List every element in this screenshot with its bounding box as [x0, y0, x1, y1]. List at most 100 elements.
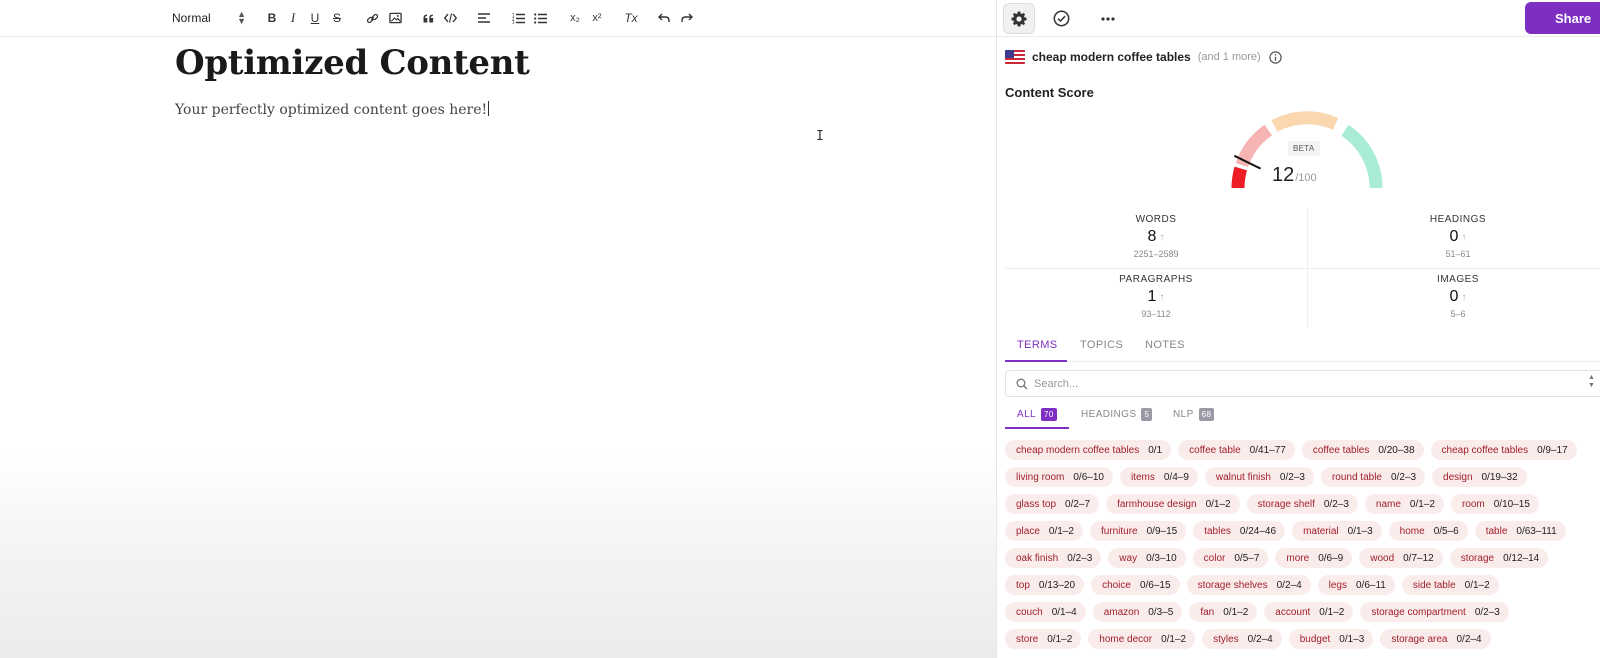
- share-button[interactable]: Share: [1525, 2, 1600, 34]
- term-chip[interactable]: storage shelves 0/2–4: [1186, 575, 1311, 595]
- document-body[interactable]: Your perfectly optimized content goes he…: [175, 101, 490, 118]
- clear-format-button[interactable]: Tx: [623, 8, 639, 28]
- term-chip[interactable]: amazon 0/3–5: [1092, 602, 1183, 622]
- format-select[interactable]: Normal ▲ ▼: [172, 8, 246, 28]
- subtab-nlp[interactable]: NLP 68: [1173, 408, 1215, 421]
- term-chip[interactable]: room 0/10–15: [1450, 494, 1539, 514]
- term-label: storage area: [1391, 633, 1448, 645]
- term-chip[interactable]: oak finish 0/2–3: [1005, 548, 1102, 568]
- bold-button[interactable]: B: [265, 8, 279, 28]
- term-count: 0/3–10: [1146, 552, 1177, 564]
- term-chip[interactable]: furniture 0/9–15: [1089, 521, 1187, 541]
- term-count: 0/2–7: [1065, 498, 1091, 510]
- bullet-list-button[interactable]: [533, 8, 547, 28]
- redo-button[interactable]: [680, 8, 694, 28]
- tab-topics[interactable]: TOPICS: [1080, 339, 1123, 351]
- term-chip[interactable]: color 0/5–7: [1192, 548, 1269, 568]
- term-chip[interactable]: farmhouse design 0/1–2: [1106, 494, 1240, 514]
- subtab-headings-label: HEADINGS: [1081, 409, 1137, 420]
- italic-button[interactable]: I: [287, 8, 299, 28]
- stats-grid: WORDS 8 ↑ 2251–2589 HEADINGS 0 ↑ 51–61 PAR…: [1005, 208, 1600, 328]
- subscript-button[interactable]: x₂: [567, 8, 583, 28]
- term-chip[interactable]: couch 0/1–4: [1005, 602, 1086, 622]
- editor-toolbar: Normal ▲ ▼ B I U S 123 x₂ x² Tx: [0, 0, 996, 37]
- tab-terms[interactable]: TERMS: [1017, 339, 1058, 351]
- stat-headings-label: HEADINGS: [1429, 214, 1487, 225]
- subtab-nlp-label: NLP: [1173, 409, 1194, 420]
- undo-button[interactable]: [657, 8, 671, 28]
- term-chip[interactable]: tables 0/24–46: [1193, 521, 1286, 541]
- chevron-updown-icon: ▲ ▼: [1588, 374, 1595, 389]
- term-label: material: [1303, 525, 1339, 537]
- term-chip[interactable]: way 0/3–10: [1108, 548, 1186, 568]
- term-chip[interactable]: items 0/4–9: [1119, 467, 1198, 487]
- search-input[interactable]: [1034, 377, 1534, 390]
- term-chip[interactable]: name 0/1–2: [1364, 494, 1444, 514]
- term-chip[interactable]: top 0/13–20: [1005, 575, 1085, 595]
- term-chip[interactable]: table 0/63–111: [1474, 521, 1566, 541]
- active-tab-indicator: [1005, 360, 1067, 362]
- image-button[interactable]: [388, 8, 402, 28]
- term-chip[interactable]: home decor 0/1–2: [1088, 629, 1196, 649]
- term-count: 0/5–6: [1433, 525, 1459, 537]
- subtab-nlp-count: 68: [1198, 408, 1215, 421]
- tab-notes[interactable]: NOTES: [1145, 339, 1185, 351]
- term-chip[interactable]: walnut finish 0/2–3: [1204, 467, 1314, 487]
- term-count: 0/1: [1148, 444, 1163, 456]
- term-chip[interactable]: account 0/1–2: [1264, 602, 1354, 622]
- term-row: couch 0/1–4 amazon 0/3–5 fan 0/1–2 account 0/1–…: [1005, 602, 1516, 622]
- info-icon[interactable]: [1269, 50, 1282, 64]
- term-chip[interactable]: glass top 0/2–7: [1005, 494, 1100, 514]
- ordered-list-button[interactable]: 123: [511, 8, 525, 28]
- term-chip[interactable]: storage 0/12–14: [1449, 548, 1549, 568]
- subtab-headings[interactable]: HEADINGS 5: [1081, 408, 1153, 421]
- code-button[interactable]: [443, 8, 457, 28]
- term-chip[interactable]: budget 0/1–3: [1288, 629, 1374, 649]
- term-chip[interactable]: material 0/1–3: [1292, 521, 1382, 541]
- subtab-all[interactable]: ALL 70: [1017, 408, 1057, 421]
- term-chip[interactable]: wood 0/7–12: [1359, 548, 1443, 568]
- underline-button[interactable]: U: [309, 8, 321, 28]
- link-button[interactable]: [365, 8, 379, 28]
- term-chip[interactable]: storage compartment 0/2–3: [1360, 602, 1509, 622]
- settings-tab[interactable]: [1003, 3, 1035, 34]
- superscript-button[interactable]: x²: [589, 8, 605, 28]
- divider: [1005, 268, 1600, 269]
- term-chip[interactable]: cheap coffee tables 0/9–17: [1430, 440, 1577, 460]
- term-chip[interactable]: living room 0/6–10: [1005, 467, 1113, 487]
- link-icon: [366, 13, 378, 23]
- term-chip[interactable]: home 0/5–6: [1388, 521, 1468, 541]
- term-chip[interactable]: fan 0/1–2: [1189, 602, 1258, 622]
- term-chip[interactable]: coffee tables 0/20–38: [1301, 440, 1424, 460]
- term-chip[interactable]: storage area 0/2–4: [1380, 629, 1491, 649]
- term-chip[interactable]: legs 0/6–11: [1317, 575, 1395, 595]
- term-chip[interactable]: place 0/1–2: [1005, 521, 1083, 541]
- term-label: place: [1016, 525, 1040, 537]
- panel-toolbar: Share: [997, 0, 1600, 37]
- stat-words-value: 8: [1147, 228, 1157, 245]
- term-chip[interactable]: more 0/6–9: [1275, 548, 1353, 568]
- align-button[interactable]: [477, 8, 491, 28]
- document-title[interactable]: Optimized Content: [175, 43, 530, 83]
- editor-pane: Normal ▲ ▼ B I U S 123 x₂ x² Tx Optimize…: [0, 0, 996, 658]
- term-chip[interactable]: styles 0/2–4: [1202, 629, 1282, 649]
- term-chip[interactable]: round table 0/2–3: [1320, 467, 1426, 487]
- stat-headings-range: 51–61: [1445, 249, 1471, 259]
- term-label: legs: [1328, 579, 1347, 591]
- strikethrough-button[interactable]: S: [331, 8, 343, 28]
- term-chip[interactable]: side table 0/1–2: [1401, 575, 1499, 595]
- term-chip[interactable]: coffee table 0/41–77: [1178, 440, 1295, 460]
- check-tab[interactable]: [1045, 3, 1077, 34]
- keyword-more-link[interactable]: (and 1 more): [1198, 51, 1261, 63]
- quote-button[interactable]: [422, 8, 434, 28]
- term-chip[interactable]: storage shelf 0/2–3: [1246, 494, 1358, 514]
- term-chip[interactable]: cheap modern coffee tables 0/1: [1005, 440, 1172, 460]
- term-chip[interactable]: design 0/19–32: [1432, 467, 1527, 487]
- more-menu[interactable]: [1092, 3, 1124, 34]
- term-chip[interactable]: store 0/1–2: [1005, 629, 1082, 649]
- term-chip[interactable]: choice 0/6–15: [1091, 575, 1180, 595]
- term-count: 0/2–3: [1279, 471, 1305, 483]
- term-count: 0/6–9: [1318, 552, 1344, 564]
- term-count: 0/2–4: [1247, 633, 1273, 645]
- stat-headings-value: 0: [1449, 228, 1459, 245]
